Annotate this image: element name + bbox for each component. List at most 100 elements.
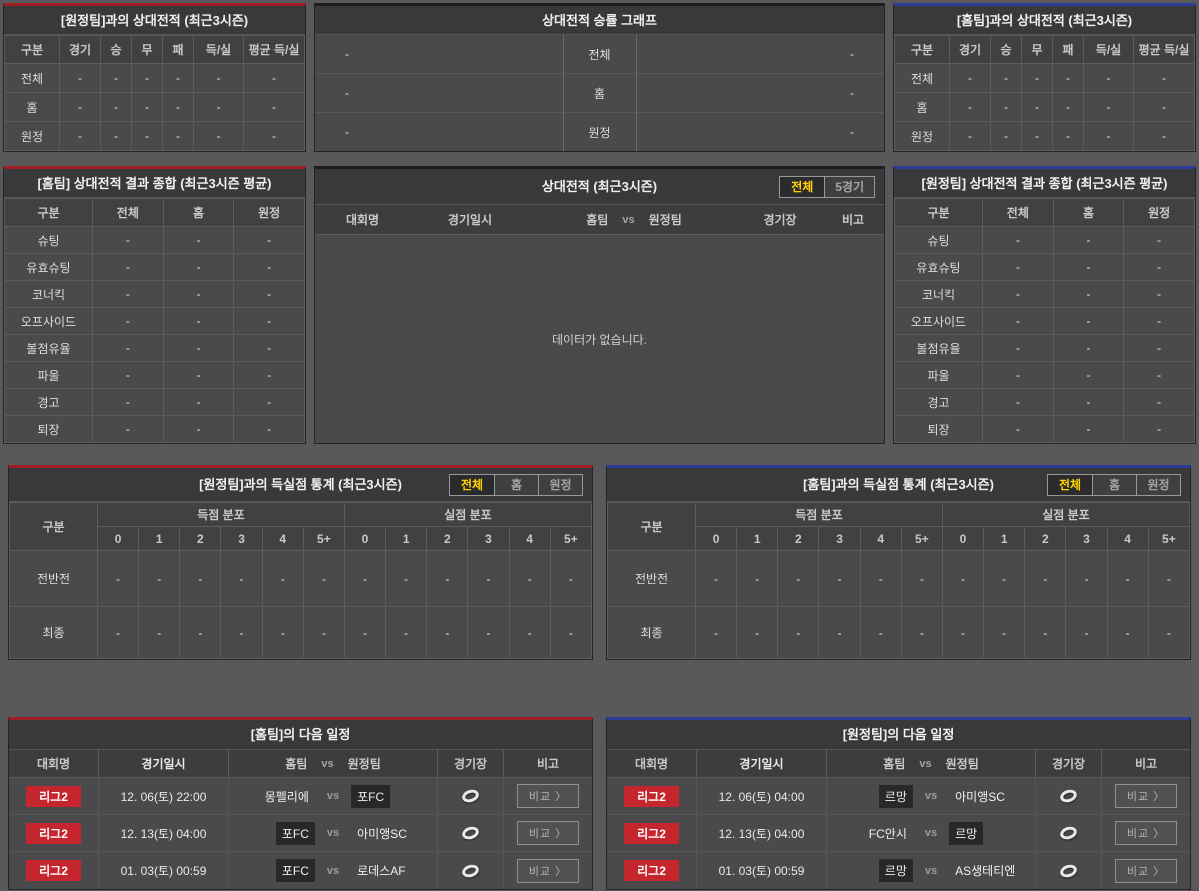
- stat-cell: -: [1124, 389, 1195, 416]
- stat-cell: -: [60, 64, 101, 93]
- graph-row: - 원정 -: [315, 113, 884, 151]
- stat-cell: -: [950, 93, 991, 122]
- compare-button[interactable]: 비교 〉: [517, 821, 579, 845]
- stat-cell: -: [194, 64, 244, 93]
- col-header-note: 비고: [504, 750, 592, 777]
- tab-all[interactable]: 전체: [450, 475, 494, 495]
- col-header: 무: [1022, 36, 1053, 64]
- col-header: 평균 득/실: [244, 36, 305, 64]
- stat-cell: -: [427, 607, 468, 659]
- bin-header: 1: [386, 527, 427, 551]
- compare-button[interactable]: 비교 〉: [1115, 821, 1177, 845]
- stat-cell: -: [696, 551, 737, 607]
- stat-cell: -: [468, 607, 509, 659]
- stat-cell: -: [983, 389, 1054, 416]
- col-header-home: 홈팀: [586, 211, 608, 228]
- stat-cell: -: [901, 551, 942, 607]
- bin-header: 3: [221, 527, 262, 551]
- result-summary-home-table: 구분 전체 홈 원정 슈팅--- 유효슈팅--- 코너킥--- 오프사이드---…: [4, 198, 305, 443]
- stat-cell: -: [550, 551, 591, 607]
- stat-cell: -: [778, 551, 819, 607]
- row-label: 코너킥: [895, 281, 983, 308]
- panel-result-summary-home: [홈팀] 상대전적 결과 종합 (최근3시즌 평균) 구분 전체 홈 원정 슈팅…: [3, 166, 306, 444]
- stat-cell: -: [344, 607, 385, 659]
- col-header: 경기: [950, 36, 991, 64]
- stat-cell: -: [819, 607, 860, 659]
- col-header: 전체: [93, 199, 164, 227]
- stat-cell: -: [262, 551, 303, 607]
- group-header-scored: 득점 분포: [696, 503, 943, 527]
- stat-cell: -: [427, 551, 468, 607]
- group-header-conceded: 실점 분포: [942, 503, 1189, 527]
- bin-header: 4: [262, 527, 303, 551]
- panel-goal-stats-vs-home: [홈팀]과의 득실점 통계 (최근3시즌) 전체 홈 원정 구분 득점 분포 실…: [606, 465, 1191, 660]
- panel-title-bar: [원정팀]과의 득실점 통계 (최근3시즌) 전체 홈 원정: [9, 468, 592, 502]
- compare-button[interactable]: 비교 〉: [1115, 784, 1177, 808]
- schedule-row-item: 리그2 12. 06(토) 04:00 르망 vs 아미앵SC 비교 〉: [607, 778, 1190, 815]
- stat-cell: -: [1053, 335, 1124, 362]
- col-header-datetime: 경기일시: [410, 211, 530, 228]
- bin-header: 1: [139, 527, 180, 551]
- bin-header: 1: [984, 527, 1025, 551]
- col-header: 구분: [895, 36, 950, 64]
- row-label: 슈팅: [5, 227, 93, 254]
- graph-row-label: 홈: [563, 74, 637, 112]
- bin-header: 3: [1066, 527, 1107, 551]
- row-label: 전반전: [10, 551, 98, 607]
- bin-header: 2: [180, 527, 221, 551]
- col-header-datetime: 경기일시: [697, 750, 827, 777]
- bin-header: 5+: [1148, 527, 1189, 551]
- stat-cell: -: [1022, 93, 1053, 122]
- tab-all[interactable]: 전체: [780, 177, 824, 197]
- league-badge: 리그2: [26, 860, 81, 881]
- match-datetime: 12. 06(토) 04:00: [697, 778, 827, 814]
- tab-home[interactable]: 홈: [1092, 475, 1136, 495]
- schedule-header: 대회명 경기일시 홈팀 vs 원정팀 경기장 비고: [9, 750, 592, 778]
- stat-cell: -: [98, 607, 139, 659]
- col-header: 원정: [1124, 199, 1195, 227]
- panel-title: [홈팀]과의 득실점 통계 (최근3시즌): [803, 477, 994, 492]
- stat-cell: -: [950, 64, 991, 93]
- team-home: 포FC: [276, 822, 315, 845]
- col-header-datetime: 경기일시: [99, 750, 229, 777]
- h2h-matches-header: 대회명 경기일시 홈팀 vs 원정팀 경기장 비고: [315, 205, 884, 235]
- col-header-stadium: 경기장: [738, 211, 822, 228]
- row-label: 오프사이드: [5, 308, 93, 335]
- stat-cell: -: [1134, 122, 1195, 151]
- stat-cell: -: [244, 122, 305, 151]
- tab-away[interactable]: 원정: [538, 475, 582, 495]
- match-datetime: 01. 03(토) 00:59: [697, 852, 827, 889]
- compare-button[interactable]: 비교 〉: [517, 784, 579, 808]
- tab-last5[interactable]: 5경기: [824, 177, 874, 197]
- col-header-league: 대회명: [607, 750, 697, 777]
- league-badge: 리그2: [26, 823, 81, 844]
- stat-cell: -: [1053, 93, 1084, 122]
- compare-button[interactable]: 비교 〉: [1115, 859, 1177, 883]
- schedule-row-item: 리그2 01. 03(토) 00:59 르망 vs AS생테티엔 비교 〉: [607, 852, 1190, 889]
- compare-button[interactable]: 비교 〉: [517, 859, 579, 883]
- group-header-conceded: 실점 분포: [344, 503, 591, 527]
- col-header: 승: [991, 36, 1022, 64]
- stadium-icon: [461, 788, 481, 805]
- stat-cell: -: [194, 122, 244, 151]
- stat-cell: -: [509, 551, 550, 607]
- schedule-row-item: 리그2 12. 06(토) 22:00 몽펠리에 vs 포FC 비교 〉: [9, 778, 592, 815]
- panel-title: 상대전적 (최근3시즌): [542, 179, 657, 194]
- panel-title-bar: [홈팀]과의 득실점 통계 (최근3시즌) 전체 홈 원정: [607, 468, 1190, 502]
- col-header-stadium: 경기장: [438, 750, 504, 777]
- col-header: 패: [1053, 36, 1084, 64]
- tab-home[interactable]: 홈: [494, 475, 538, 495]
- bin-header: 4: [860, 527, 901, 551]
- panel-title: [홈팀] 상대전적 결과 종합 (최근3시즌 평균): [4, 169, 305, 198]
- stat-cell: -: [550, 607, 591, 659]
- goal-stats-row: [원정팀]과의 득실점 통계 (최근3시즌) 전체 홈 원정 구분 득점 분포 …: [8, 465, 1191, 660]
- bin-header: 0: [696, 527, 737, 551]
- stat-cell: -: [244, 93, 305, 122]
- tab-all[interactable]: 전체: [1048, 475, 1092, 495]
- stat-cell: -: [1124, 335, 1195, 362]
- row-label: 전체: [5, 64, 60, 93]
- stat-cell: -: [1022, 122, 1053, 151]
- tab-away[interactable]: 원정: [1136, 475, 1180, 495]
- league-badge: 리그2: [624, 786, 679, 807]
- stat-cell: -: [1134, 93, 1195, 122]
